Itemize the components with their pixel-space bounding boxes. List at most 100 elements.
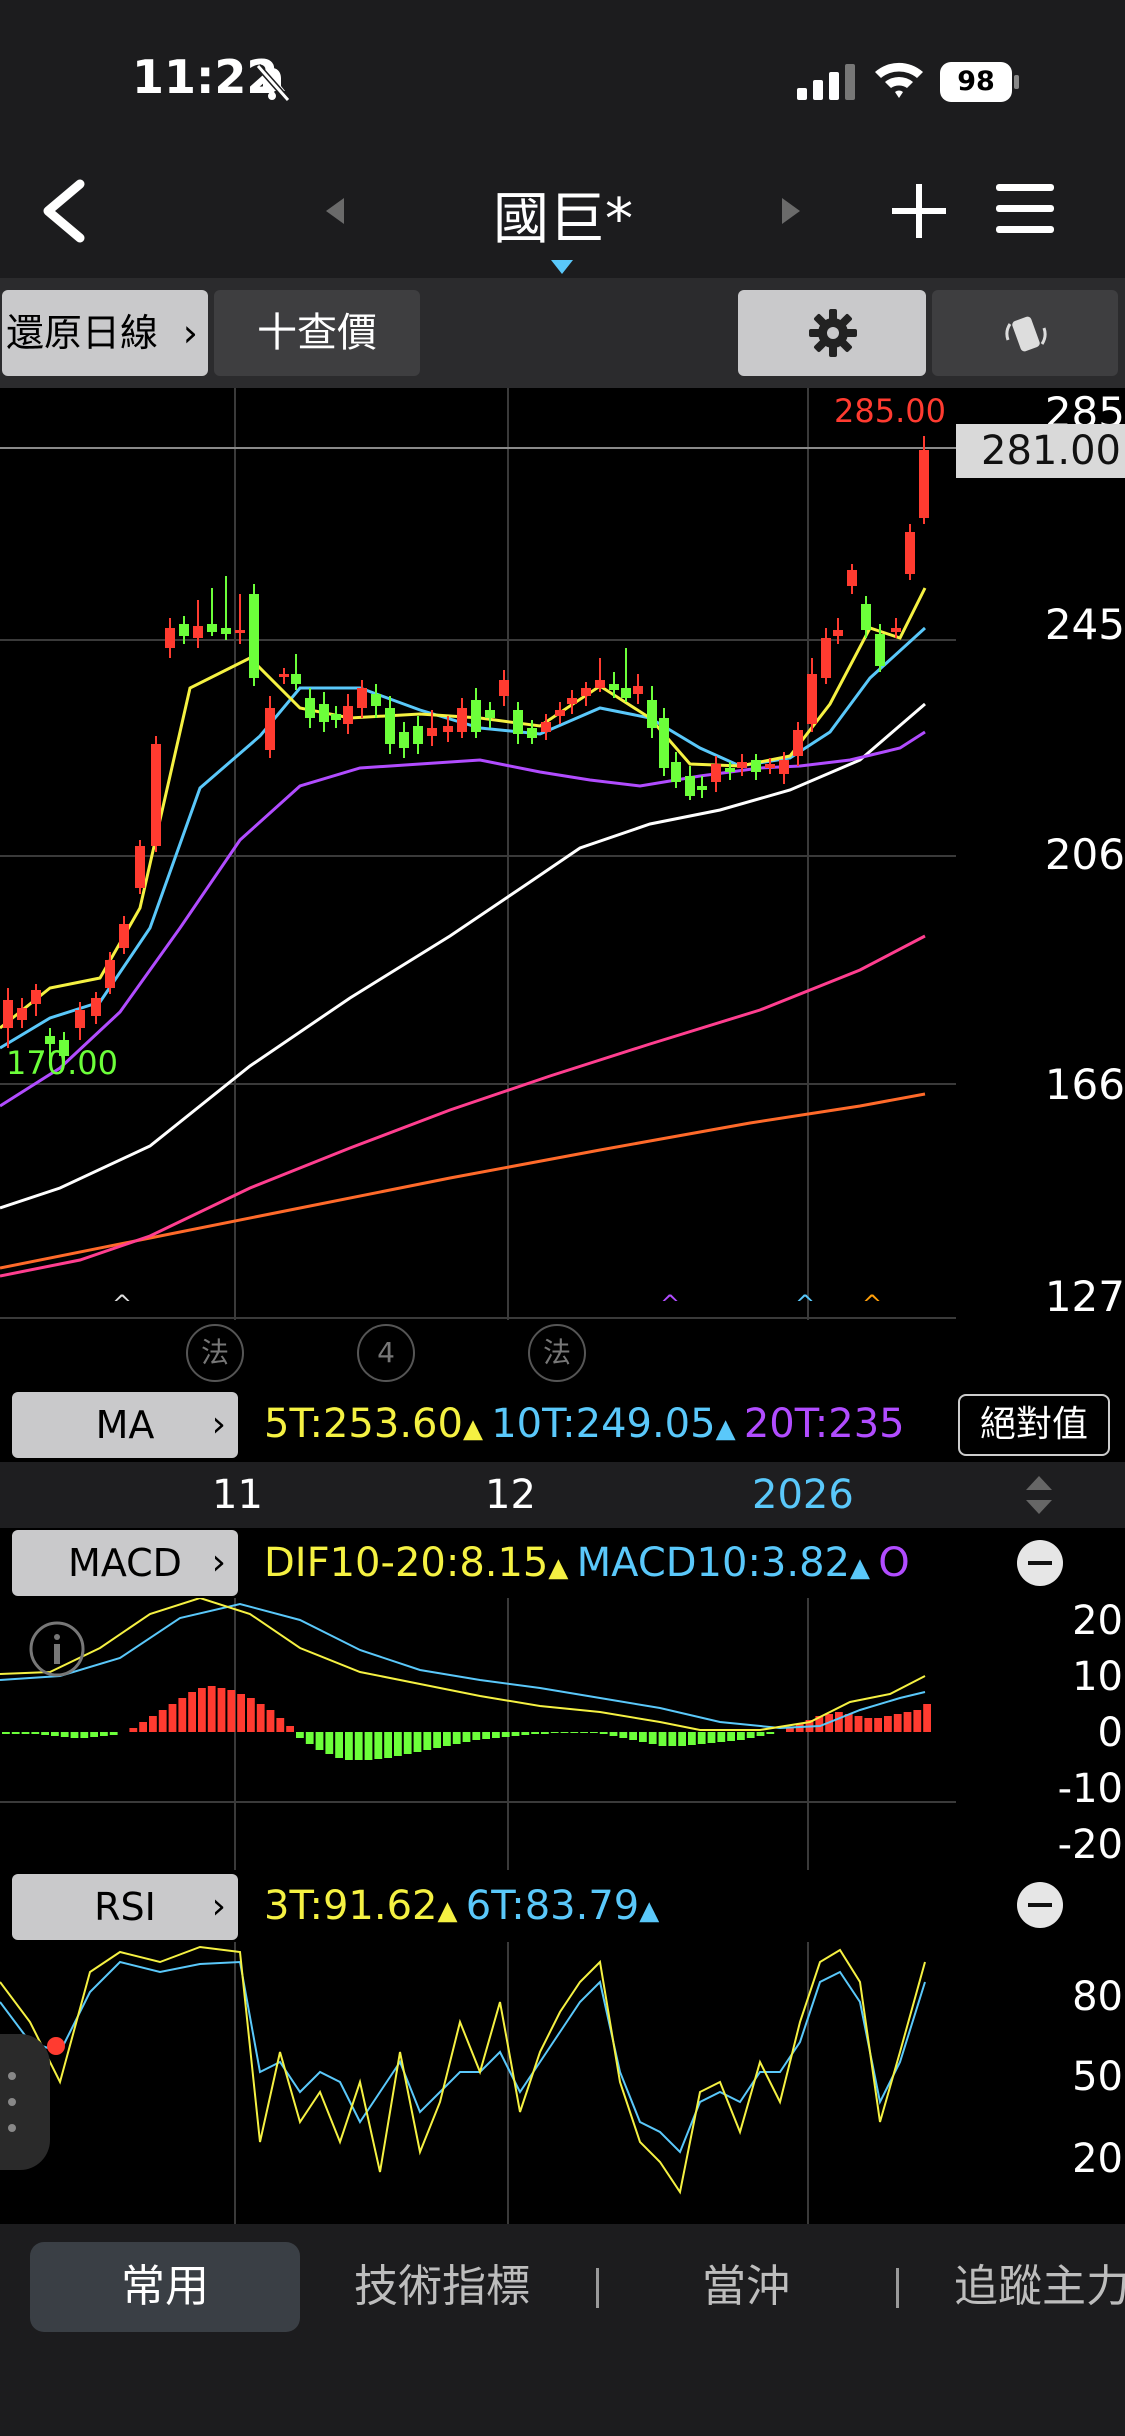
macd-histogram-bar [198,1688,206,1732]
app-header: 11:22 98 國巨* [0,0,1125,278]
macd-histogram-bar [688,1732,696,1745]
candle-body [291,674,301,684]
macd-tick: 20 [1072,1598,1123,1644]
macd-histogram-bar [354,1732,363,1760]
macd-histogram-bar [452,1732,461,1744]
ma-legend-values: 5T:253.60▲ 10T:249.05▲ 20T:235 [264,1386,954,1467]
macd-selector-button[interactable]: MACD › [12,1530,238,1596]
price-tick: 166 [1044,1060,1125,1109]
rotate-screen-button[interactable] [932,290,1118,376]
macd-histogram-bar [403,1732,412,1754]
rsi-plot [0,1942,926,2224]
candle-body [471,700,481,732]
candle-body [891,628,901,632]
hamburger-menu-icon[interactable] [994,182,1056,236]
macd-histogram-bar [903,1712,912,1732]
stock-title[interactable]: 國巨* [400,174,726,255]
tab-divider [896,2268,899,2308]
candle-body [621,688,631,698]
up-arrow-icon: ▲ [437,1896,466,1926]
info-icon[interactable] [28,1620,86,1678]
next-stock-icon[interactable] [778,196,804,226]
macd-histogram-bar [100,1732,108,1736]
tab-common[interactable]: 常用 [30,2242,300,2332]
rsi-selector-button[interactable]: RSI › [12,1874,238,1940]
chevron-right-icon: › [211,1404,226,1445]
rotate-device-icon [1005,316,1047,352]
up-arrow-icon: ▲ [715,1414,744,1444]
macd-histogram-bar [305,1732,314,1744]
candle-body [711,764,721,782]
candle-body [737,762,747,768]
macd-histogram-bar [423,1732,432,1750]
macd-histogram-bar [707,1732,716,1743]
tab-day-trading[interactable]: 當沖 [702,2242,790,2332]
previous-stock-icon[interactable] [322,196,348,226]
macd-histogram-bar [70,1732,79,1738]
restore-daily-button[interactable]: 還原日線 › [2,290,208,376]
tab-track-main-force[interactable]: 追蹤主力 [954,2242,1125,2332]
macd-histogram-bar [315,1732,324,1750]
current-price-label: 281.00 [956,424,1125,478]
absolute-value-button[interactable]: 絕對值 [958,1394,1110,1456]
price-chart[interactable]: ^ ^ ^ ^ 285 245 206 166 127 281.00 285.0… [0,388,1125,1382]
candle-body [725,768,735,772]
candle-body [371,694,381,706]
rsi-chart[interactable]: 80 50 20 [0,1942,1125,2224]
side-drawer-handle[interactable] [0,2034,50,2170]
tab-technical-indicators[interactable]: 技術指標 [354,2242,530,2332]
query-price-button[interactable]: 十查價 [214,290,420,376]
candle-body [75,1010,85,1028]
macd-histogram-bar [844,1714,853,1732]
macd-histogram-bar [207,1686,216,1732]
bell-slash-icon [255,64,291,102]
macd-histogram-bar [227,1690,236,1732]
macd-value: MACD10:3.82 [576,1540,850,1586]
macd-histogram-bar [158,1710,167,1732]
bottom-tab-bar: 常用 技術指標 當沖 追蹤主力 [0,2224,1125,2436]
add-icon[interactable] [888,180,950,242]
macd-histogram-bar [60,1732,69,1737]
caret-down-icon [551,260,573,274]
macd-histogram-bar [884,1716,892,1732]
wifi-icon [875,62,923,98]
macd-histogram-bar [413,1732,422,1752]
rsi-legend-row: RSI › 3T:91.62▲ 6T:83.79▲ [0,1870,1125,1942]
settings-button[interactable] [738,290,926,376]
low-price-label: 170.00 [6,1044,118,1082]
macd-histogram-bar [286,1726,294,1732]
macd-histogram-bar [717,1732,726,1742]
candle-body [399,732,409,748]
macd-chart[interactable]: 20 10 0 -10 -20 [0,1598,1125,1870]
candle-body [31,990,41,1004]
candle-body [671,762,681,782]
macd-histogram-bar [599,1732,608,1734]
chart-marker: ^ [795,1290,815,1318]
collapse-macd-button[interactable] [1017,1540,1063,1586]
macd-tag-label: MACD [68,1541,182,1585]
ma-selector-button[interactable]: MA › [12,1392,238,1458]
macd-histogram-bar [766,1732,775,1734]
macd-histogram-bar [560,1732,569,1733]
candle-body [697,786,707,790]
macd-histogram-bar [580,1732,588,1733]
macd-histogram-bar [619,1732,628,1738]
collapse-rsi-button[interactable] [1017,1882,1063,1928]
candle-body [249,594,259,678]
macd-histogram-bar [2,1732,10,1734]
candle-body [527,728,537,738]
macd-histogram-bar [139,1722,147,1732]
candle-body [305,698,315,718]
candlestick-chart[interactable]: ^ ^ ^ ^ [0,388,956,1320]
event-badge[interactable]: 法 [186,1324,244,1382]
candle-body [179,624,189,636]
event-badge[interactable]: 法 [528,1324,586,1382]
macd-histogram-bar [492,1732,500,1738]
candle-body [119,924,129,948]
back-arrow-icon[interactable] [38,178,88,244]
macd-histogram-bar [678,1732,686,1746]
event-badge[interactable]: 4 [357,1324,415,1382]
macd-legend-values: DIF10-20:8.15▲ MACD10:3.82▲ O [264,1528,954,1603]
macd-histogram-bar [482,1732,490,1739]
sort-arrows-icon[interactable] [1026,1476,1052,1516]
